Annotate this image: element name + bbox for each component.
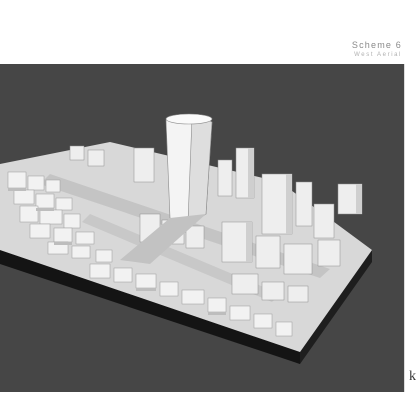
title-block: Scheme 6 West Aerial: [352, 40, 402, 59]
main-tower: [165, 113, 213, 223]
aerial-render-panel: [0, 64, 404, 392]
scheme-subtitle: West Aerial: [354, 52, 402, 58]
scheme-title: Scheme 6: [351, 40, 402, 50]
vertical-divider: [404, 64, 405, 392]
logo-mark: k: [409, 369, 416, 384]
massing-model-image: [0, 113, 372, 364]
